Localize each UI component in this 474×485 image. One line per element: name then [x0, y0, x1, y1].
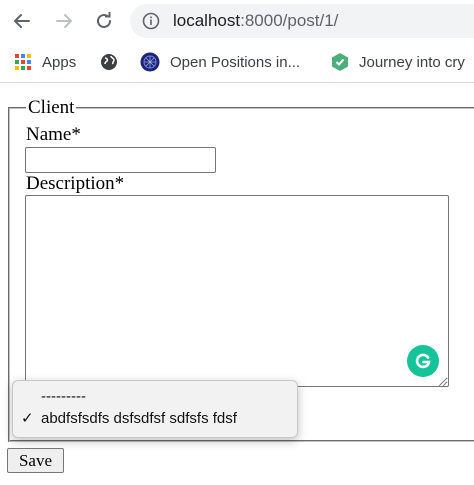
globe-icon — [101, 54, 117, 70]
browser-toolbar: localhost:8000/post/1/ — [0, 0, 474, 42]
option-label: abdfsfsdfs dsfsdfsf sdfsfs fdsf — [41, 410, 237, 427]
option-label: --------- — [41, 388, 86, 405]
url-host: localhost — [173, 11, 241, 30]
back-arrow-icon[interactable] — [9, 8, 35, 34]
url-path: :8000/post/1/ — [240, 11, 339, 30]
bookmark-label: Journey into cry — [359, 53, 465, 71]
forward-arrow-icon[interactable] — [51, 8, 77, 34]
bookmark-label: Apps — [42, 53, 77, 71]
site-favicon-icon — [140, 52, 160, 72]
bookmarks-bar: Apps Open Positions in... Journey into c… — [0, 42, 474, 83]
select-option-selected[interactable]: ✓ abdfsfsdfs dsfsdfsf sdfsfs fdsf — [13, 408, 297, 430]
bookmark-journey[interactable]: Journey into cry — [331, 42, 465, 82]
grammarly-icon[interactable] — [407, 345, 439, 377]
name-input[interactable] — [25, 147, 216, 173]
description-textarea[interactable] — [25, 195, 449, 387]
client-select-dropdown[interactable]: --------- ✓ abdfsfsdfs dsfsdfsf sdfsfs f… — [12, 380, 298, 438]
bookmark-open-positions[interactable]: Open Positions in... — [140, 42, 300, 82]
bookmark-apps[interactable]: Apps — [14, 42, 76, 82]
bookmark-label: Open Positions in... — [170, 53, 301, 71]
description-label: Description* — [26, 173, 125, 194]
address-bar[interactable]: localhost:8000/post/1/ — [130, 4, 474, 38]
checkmark-icon: ✓ — [21, 410, 34, 427]
resize-grip-icon[interactable] — [436, 374, 447, 392]
info-icon[interactable] — [142, 12, 160, 35]
select-option-empty[interactable]: --------- — [13, 386, 297, 408]
fieldset-legend: Client — [28, 97, 75, 118]
reload-icon[interactable] — [91, 8, 117, 34]
bookmark-globe[interactable] — [100, 42, 118, 82]
url-text: localhost:8000/post/1/ — [173, 11, 338, 31]
hexagon-favicon-icon — [332, 53, 348, 71]
save-button[interactable]: Save — [7, 448, 64, 473]
apps-grid-icon — [15, 54, 31, 70]
name-label: Name* — [26, 124, 81, 145]
